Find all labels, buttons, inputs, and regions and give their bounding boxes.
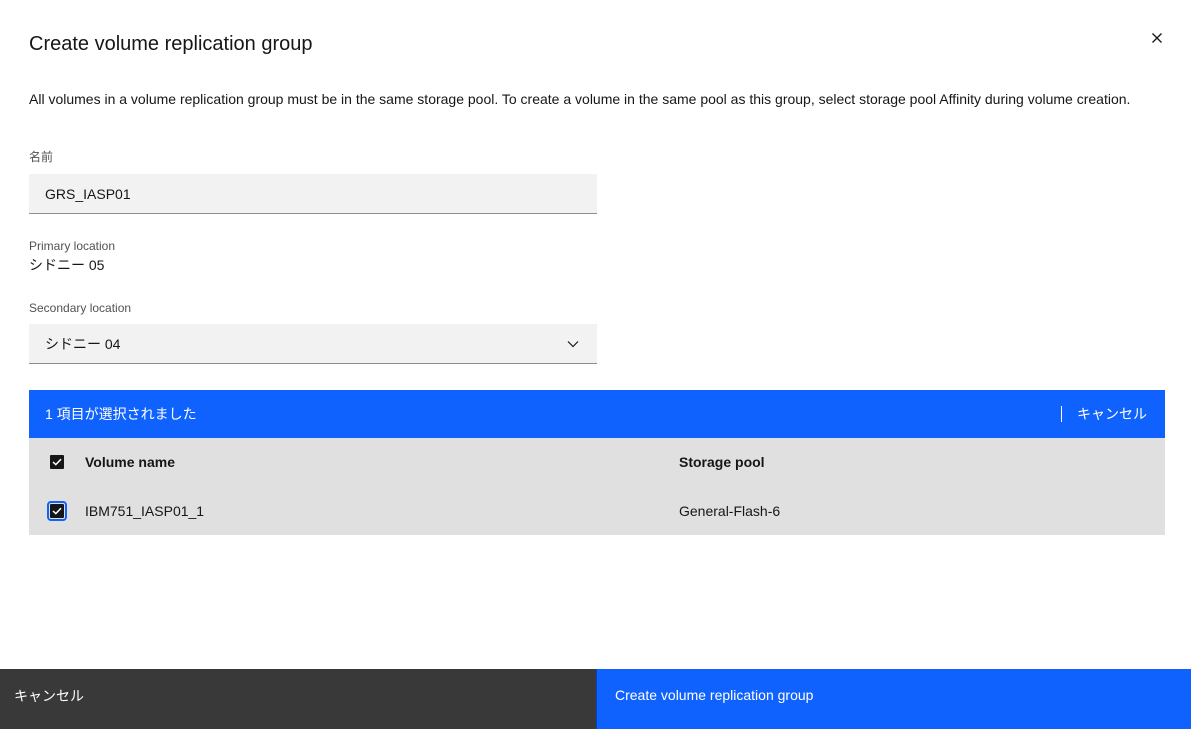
table-row: IBM751_IASP01_1 General-Flash-6 <box>29 486 1165 535</box>
name-label: 名前 <box>29 150 54 164</box>
secondary-location-value: シドニー 04 <box>45 335 121 352</box>
secondary-location-select[interactable]: シドニー 04 <box>29 324 597 364</box>
table-header-row: Volume name Storage pool <box>29 438 1165 486</box>
volume-name-header[interactable]: Volume name <box>85 454 679 470</box>
volumes-table: Volume name Storage pool IBM751_IASP01_1… <box>29 438 1165 535</box>
chevron-down-icon <box>565 336 581 352</box>
select-all-checkbox[interactable] <box>50 455 64 469</box>
row-select-checkbox[interactable] <box>47 500 67 521</box>
batch-cancel-button[interactable]: キャンセル <box>1077 404 1165 424</box>
cancel-button[interactable]: キャンセル <box>0 669 596 729</box>
select-all-cell <box>29 455 85 469</box>
secondary-location-label: Secondary location <box>29 301 132 315</box>
modal-footer: キャンセル Create volume replication group <box>0 669 1191 729</box>
modal-description: All volumes in a volume replication grou… <box>29 91 1131 107</box>
checkmark-icon <box>52 458 62 466</box>
modal-title: Create volume replication group <box>29 33 313 55</box>
batch-actions-bar: 1 項目が選択されました キャンセル <box>29 390 1165 438</box>
create-volume-replication-group-modal: Create volume replication group All volu… <box>0 0 1191 729</box>
close-button[interactable] <box>1145 26 1169 50</box>
storage-pool-cell: General-Flash-6 <box>679 502 781 519</box>
storage-pool-header[interactable]: Storage pool <box>679 454 1165 470</box>
selected-items-summary: 1 項目が選択されました <box>45 406 197 422</box>
primary-location-value: シドニー 05 <box>29 257 105 273</box>
checkmark-icon <box>52 507 62 515</box>
name-input[interactable] <box>29 174 597 214</box>
close-icon <box>1152 33 1162 43</box>
batch-divider <box>1061 406 1062 422</box>
volume-name-cell: IBM751_IASP01_1 <box>85 502 205 519</box>
row-select-cell <box>29 500 85 521</box>
primary-location-label: Primary location <box>29 239 116 253</box>
create-group-button[interactable]: Create volume replication group <box>596 669 1191 729</box>
